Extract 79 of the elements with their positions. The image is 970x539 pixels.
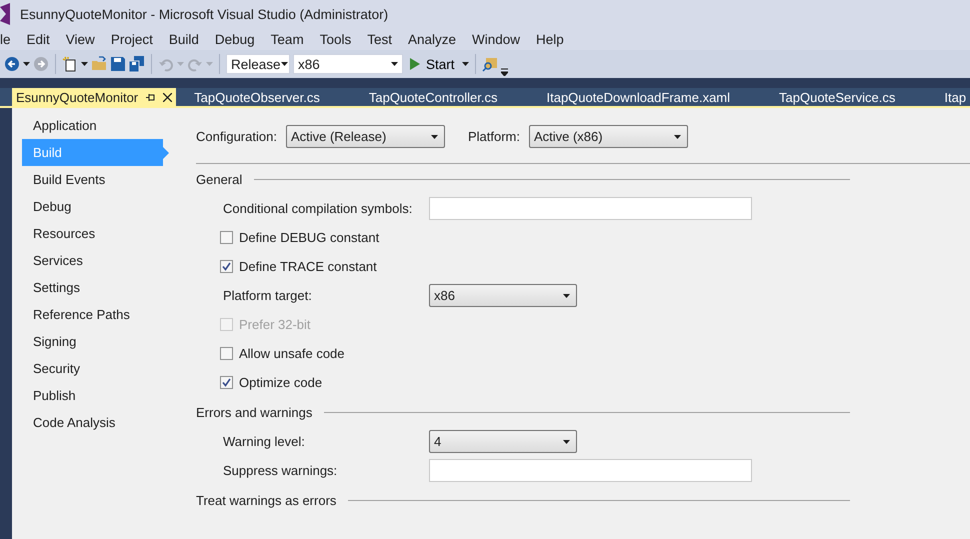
configuration-label: Configuration: <box>196 129 277 144</box>
sidebar-item[interactable]: Resources <box>22 220 163 247</box>
menu-item[interactable]: Debug <box>206 32 263 46</box>
document-tab[interactable]: ItapQuoteDownloadFrame.xaml <box>542 88 776 106</box>
sidebar-item[interactable]: Publish <box>22 382 163 409</box>
sidebar-item[interactable]: Settings <box>22 274 163 301</box>
checkbox[interactable] <box>220 231 233 244</box>
sidebar-item[interactable]: Build Events <box>22 166 163 193</box>
checkbox-label: Define TRACE constant <box>239 259 377 274</box>
menu-item[interactable]: Window <box>464 32 528 46</box>
caret-icon <box>563 440 570 444</box>
caret-icon <box>23 62 30 66</box>
configuration-dropdown[interactable]: Release <box>226 54 290 74</box>
checkbox-label: Prefer 32-bit <box>239 317 311 332</box>
dropdown[interactable]: x86 <box>429 284 577 307</box>
configuration-select[interactable]: Active (Release) <box>286 125 445 148</box>
menu-item[interactable]: Test <box>359 32 400 46</box>
sidebar-item[interactable]: Reference Paths <box>22 301 163 328</box>
caret-icon <box>177 62 184 66</box>
menu-item[interactable]: View <box>58 32 103 46</box>
menu-item[interactable]: Build <box>160 32 207 46</box>
menu-item[interactable]: Analyze <box>400 32 464 46</box>
caret-icon <box>391 62 398 66</box>
sidebar-item[interactable]: Code Analysis <box>22 409 163 436</box>
document-tab[interactable]: EsunnyQuoteMonitor <box>12 88 176 106</box>
pin-icon[interactable] <box>146 92 156 102</box>
document-tab[interactable]: TapQuoteObserver.cs <box>190 88 365 106</box>
caret-icon <box>81 62 88 66</box>
checkbox-label: Define DEBUG constant <box>239 230 380 245</box>
menu-item[interactable]: Team <box>262 32 312 46</box>
find-icon[interactable] <box>482 56 498 72</box>
platform-label: Platform: <box>468 129 520 144</box>
document-tab[interactable]: TapQuoteController.cs <box>364 88 542 106</box>
menu-item[interactable]: Project <box>102 32 161 46</box>
document-tab[interactable]: TapQuoteService.cs <box>775 88 940 106</box>
sidebar-item[interactable]: Services <box>22 247 163 274</box>
section-heading: Treat warnings as errors <box>196 492 336 508</box>
section-heading: General <box>196 172 242 186</box>
menu-item[interactable]: le <box>0 32 19 46</box>
menu-item[interactable]: Tools <box>312 32 360 46</box>
checkbox[interactable] <box>220 347 233 360</box>
caret-icon <box>430 134 438 138</box>
save-icon[interactable] <box>110 56 126 72</box>
document-tab[interactable]: Itap <box>940 88 970 106</box>
menu-item[interactable]: Edit <box>18 32 58 46</box>
section-heading: Errors and warnings <box>196 404 312 420</box>
folder-icon[interactable] <box>91 56 107 72</box>
checkbox[interactable] <box>220 376 233 389</box>
caret-icon <box>462 62 469 66</box>
field-label: Warning level: <box>223 434 305 449</box>
sidebar-item[interactable]: Application <box>22 112 163 139</box>
sidebar-item[interactable]: Signing <box>22 328 163 355</box>
new-project-icon[interactable] <box>62 56 78 72</box>
caret-icon <box>674 134 681 138</box>
sidebar-item[interactable]: Debug <box>22 193 163 220</box>
menu-item[interactable]: Help <box>528 32 572 46</box>
field-label: Platform target: <box>223 288 312 303</box>
input-field[interactable] <box>429 197 752 220</box>
save-all-icon[interactable] <box>129 56 145 72</box>
caret-icon <box>206 62 213 66</box>
platform-select[interactable]: Active (x86) <box>528 125 688 148</box>
overflow-icon[interactable] <box>500 68 508 76</box>
play-icon <box>410 58 420 70</box>
start-button[interactable]: Start <box>406 53 459 75</box>
logo-icon <box>0 3 10 25</box>
caret-icon <box>280 62 288 66</box>
back-icon[interactable] <box>4 56 20 72</box>
field-label: Suppress warnings: <box>223 463 338 478</box>
checkbox-label: Allow unsafe code <box>239 346 345 361</box>
platform-dropdown[interactable]: x86 <box>293 54 403 74</box>
sidebar-item[interactable]: Security <box>22 355 163 382</box>
input-field[interactable] <box>429 459 752 482</box>
window-title: EsunnyQuoteMonitor - Microsoft Visual Studio (Administrator) <box>20 6 388 22</box>
field-label: Conditional compilation symbols: <box>223 201 412 216</box>
checkbox-label: Optimize code <box>239 375 322 390</box>
checkbox[interactable] <box>220 260 233 273</box>
dropdown[interactable]: 4 <box>429 430 577 453</box>
close-icon[interactable] <box>163 92 172 102</box>
caret-icon <box>563 294 570 298</box>
